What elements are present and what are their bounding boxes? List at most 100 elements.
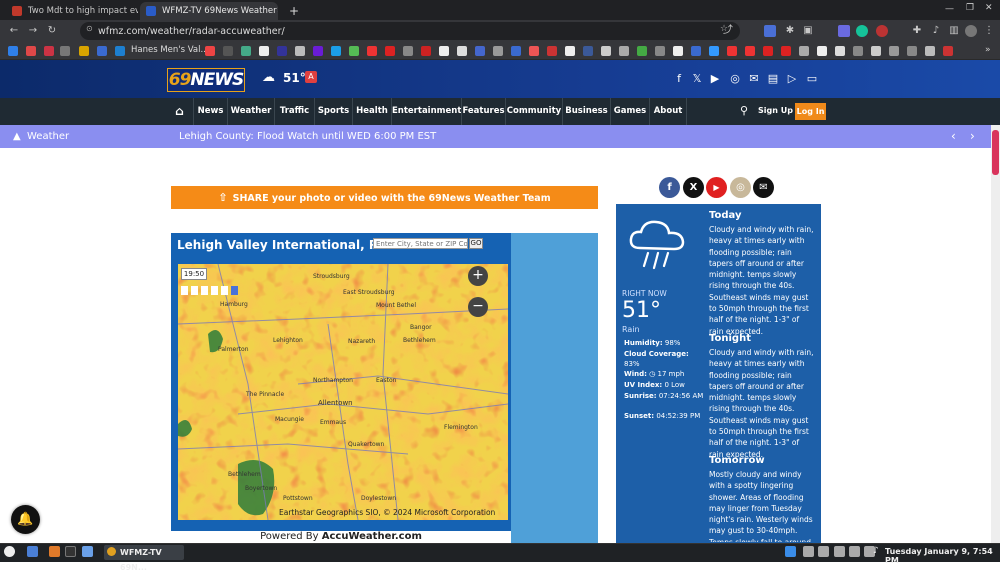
- bookmark-icon[interactable]: [835, 46, 845, 56]
- extension-icon[interactable]: [876, 25, 888, 37]
- home-icon[interactable]: ⌂: [166, 98, 193, 125]
- nav-item-news[interactable]: News: [193, 98, 227, 125]
- bookmark-icon[interactable]: [44, 46, 54, 56]
- nav-item-features[interactable]: Features: [461, 98, 505, 125]
- bookmark-icon[interactable]: [26, 46, 36, 56]
- terminal-icon[interactable]: [65, 546, 76, 557]
- bookmark-icon[interactable]: [295, 46, 305, 56]
- bookmark-icon[interactable]: [277, 46, 287, 56]
- bookmark-icon[interactable]: [781, 46, 791, 56]
- share-icon[interactable]: ⤴: [722, 25, 734, 37]
- bookmark-icon[interactable]: [367, 46, 377, 56]
- bookmark-icon[interactable]: [925, 46, 935, 56]
- bookmark-icon[interactable]: [493, 46, 503, 56]
- nav-item-business[interactable]: Business: [562, 98, 610, 125]
- facebook-share-icon[interactable]: f: [659, 177, 680, 198]
- bookmark-icon[interactable]: [529, 46, 539, 56]
- go-button[interactable]: GO: [469, 238, 483, 249]
- bookmark-icon[interactable]: [79, 46, 89, 56]
- taskbar-window-wfmz[interactable]: WFMZ-TV 69N...: [104, 545, 184, 572]
- timeline-frame[interactable]: [201, 286, 208, 295]
- tray-icon[interactable]: [834, 546, 845, 557]
- location-search-input[interactable]: [373, 238, 468, 249]
- bookmark-icon[interactable]: [709, 46, 719, 56]
- volume-icon[interactable]: ♪: [873, 546, 879, 556]
- bookmark-icon[interactable]: [601, 46, 611, 56]
- bookmark-icon[interactable]: [907, 46, 917, 56]
- bluetooth-icon[interactable]: [849, 546, 860, 557]
- bookmark-icon[interactable]: [403, 46, 413, 56]
- menu-icon[interactable]: ⋮: [983, 25, 995, 37]
- chevron-left-icon[interactable]: ‹: [951, 129, 956, 143]
- header-temperature[interactable]: 51°: [283, 71, 306, 85]
- app-store-icon[interactable]: ▷: [786, 72, 798, 85]
- signup-link[interactable]: Sign Up: [758, 106, 793, 115]
- tray-icon[interactable]: [803, 546, 814, 557]
- address-bar[interactable]: ⊙ wfmz.com/weather/radar-accuweather/ ☆: [80, 22, 740, 40]
- nav-item-weather[interactable]: Weather: [227, 98, 274, 125]
- extension-icon[interactable]: [838, 25, 850, 37]
- site-info-icon[interactable]: ⊙: [86, 24, 93, 33]
- folder-icon[interactable]: [82, 546, 93, 557]
- email-icon[interactable]: ✉: [748, 72, 760, 85]
- zoom-in-button[interactable]: +: [468, 266, 488, 286]
- extension-icon[interactable]: [764, 25, 776, 37]
- x-share-icon[interactable]: X: [683, 177, 704, 198]
- radar-map[interactable]: Stroudsburg East Stroudsburg Hamburg Mou…: [178, 264, 508, 520]
- bookmark-icon[interactable]: [421, 46, 431, 56]
- bookmark-icon[interactable]: [349, 46, 359, 56]
- bookmark-icon[interactable]: [60, 46, 70, 56]
- timeline-frame[interactable]: [211, 286, 218, 295]
- reload-icon[interactable]: ↻: [46, 25, 58, 37]
- extensions-puzzle-icon[interactable]: ✚: [911, 25, 923, 37]
- bookmark-icon[interactable]: [547, 46, 557, 56]
- search-icon[interactable]: ⚲: [740, 104, 748, 117]
- radar-timeline[interactable]: [181, 286, 241, 296]
- files-icon[interactable]: [49, 546, 60, 557]
- bookmark-icon[interactable]: [457, 46, 467, 56]
- bookmark-icon[interactable]: [619, 46, 629, 56]
- tab-two-mdt[interactable]: Two Mdt to high impact even ✕: [6, 2, 138, 20]
- grammarly-icon[interactable]: [856, 25, 868, 37]
- close-window-icon[interactable]: ✕: [985, 3, 993, 13]
- new-tab-icon[interactable]: +: [283, 2, 299, 20]
- scrollbar-thumb[interactable]: [992, 130, 999, 175]
- bookmark-hanes[interactable]: Hanes Men's Val...: [131, 45, 209, 55]
- back-icon[interactable]: ←: [8, 25, 20, 37]
- email-share-icon[interactable]: ✉: [753, 177, 774, 198]
- bookmark-icon[interactable]: [583, 46, 593, 56]
- bookmark-icon[interactable]: [115, 46, 125, 56]
- bookmark-icon[interactable]: [727, 46, 737, 56]
- forward-icon[interactable]: →: [27, 25, 39, 37]
- media-icon[interactable]: ♪: [930, 25, 942, 37]
- nav-item-about[interactable]: About: [649, 98, 687, 125]
- nav-item-traffic[interactable]: Traffic: [274, 98, 314, 125]
- bookmark-icon[interactable]: [817, 46, 827, 56]
- header-alert-icon[interactable]: A: [305, 71, 317, 83]
- youtube-share-icon[interactable]: ▶: [706, 177, 727, 198]
- share-photo-button[interactable]: ⇧ SHARE your photo or video with the 69Ne…: [171, 186, 598, 209]
- login-button[interactable]: Log In: [795, 103, 826, 120]
- wfmz-logo[interactable]: 69NEWS: [167, 68, 245, 92]
- facebook-icon[interactable]: f: [673, 72, 685, 85]
- page-scrollbar[interactable]: [991, 125, 1000, 543]
- bookmark-icon[interactable]: [871, 46, 881, 56]
- bookmark-icon[interactable]: [763, 46, 773, 56]
- bookmark-icon[interactable]: [565, 46, 575, 56]
- bookmark-icon[interactable]: [223, 46, 233, 56]
- newsletter-icon[interactable]: ▤: [767, 72, 779, 85]
- extension-icon[interactable]: ✱: [784, 25, 796, 37]
- extension-icon[interactable]: ▣: [802, 25, 814, 37]
- bookmark-icon[interactable]: [889, 46, 899, 56]
- bookmark-icon[interactable]: [655, 46, 665, 56]
- zoom-app-icon[interactable]: [785, 546, 796, 557]
- printer-icon[interactable]: [818, 546, 829, 557]
- bookmark-icon[interactable]: [799, 46, 809, 56]
- bookmark-icon[interactable]: [8, 46, 18, 56]
- bookmark-icon[interactable]: [475, 46, 485, 56]
- avatar[interactable]: [965, 25, 977, 37]
- zoom-out-button[interactable]: −: [468, 297, 488, 317]
- flood-watch-alert[interactable]: Lehigh County: Flood Watch until WED 6:0…: [179, 131, 436, 142]
- timeline-frame[interactable]: [221, 286, 228, 295]
- bookmark-icon[interactable]: [691, 46, 701, 56]
